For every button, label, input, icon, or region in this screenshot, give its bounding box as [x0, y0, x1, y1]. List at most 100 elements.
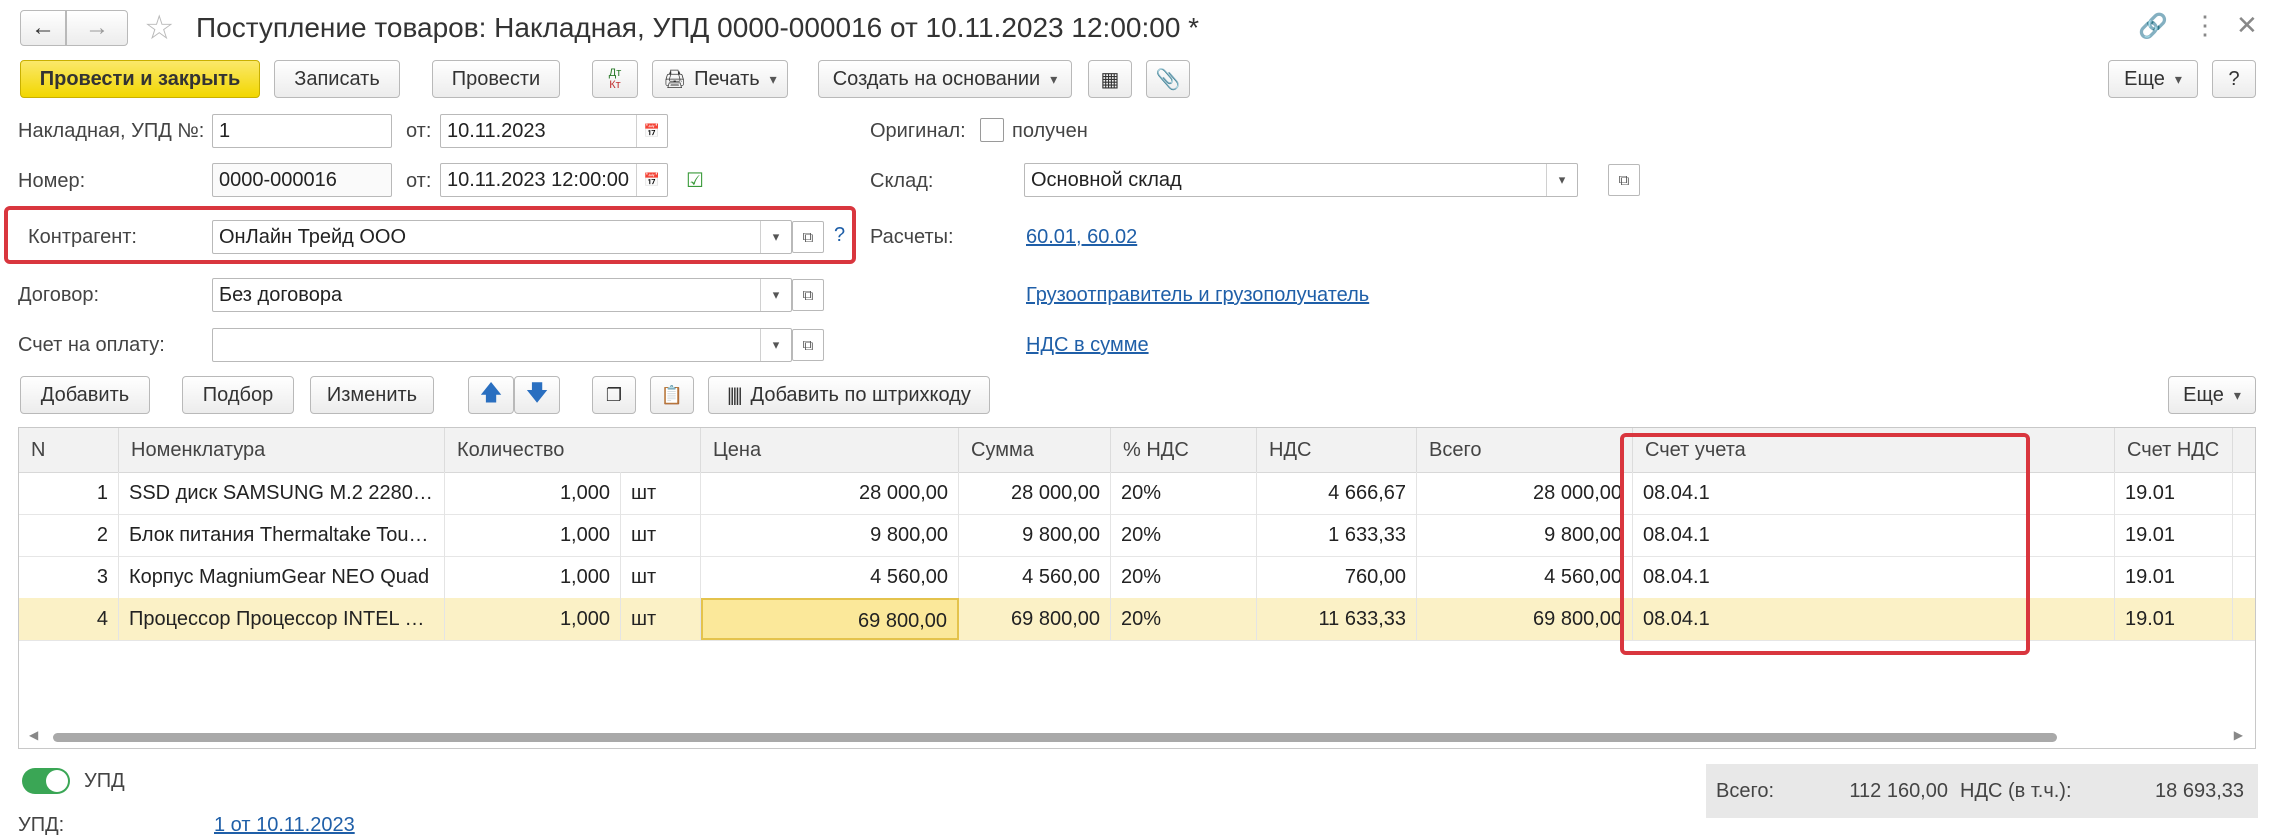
column-header[interactable]: Счет НДС	[2115, 428, 2233, 472]
shipper-link[interactable]: Грузоотправитель и грузополучатель	[1026, 284, 1369, 307]
cell-qty[interactable]: 1,000	[445, 598, 621, 640]
table-more-button[interactable]: Еще	[2168, 376, 2256, 414]
move-up-button[interactable]: 🡅	[468, 376, 514, 414]
dtkt-button[interactable]: Дт Кт	[592, 60, 638, 98]
cell-price[interactable]: 9 800,00	[701, 514, 959, 556]
open-warehouse-button[interactable]: ⧉	[1608, 164, 1640, 196]
warehouse-field[interactable]: Основной склад ▾	[1024, 163, 1578, 197]
attach-button[interactable]: 📎	[1146, 60, 1190, 98]
edit-button[interactable]: Изменить	[310, 376, 434, 414]
link-icon[interactable]: 🔗	[2138, 12, 2168, 41]
horizontal-scrollbar[interactable]: ◀ ▶	[29, 728, 2243, 744]
scroll-right-icon[interactable]: ▶	[2234, 728, 2243, 742]
column-header[interactable]: Количество	[445, 428, 701, 472]
chevron-down-icon[interactable]: ▾	[760, 329, 791, 361]
open-contract-button[interactable]: ⧉	[792, 279, 824, 311]
cell-total[interactable]: 4 560,00	[1417, 556, 1633, 598]
cell-sum[interactable]: 9 800,00	[959, 514, 1111, 556]
column-header[interactable]: Номенклатура	[119, 428, 445, 472]
chevron-down-icon[interactable]: ▾	[1546, 164, 1577, 196]
cell-name[interactable]: Процессор Процессор INTEL Core	[119, 598, 445, 640]
column-header[interactable]: N	[19, 428, 119, 472]
scrollbar-thumb[interactable]	[53, 733, 2057, 742]
column-header[interactable]: % НДС	[1111, 428, 1257, 472]
cell-vat[interactable]: 4 666,67	[1257, 472, 1417, 514]
cell-name[interactable]: SSD диск SAMSUNG M.2 2280 ...	[119, 472, 445, 514]
paste-button[interactable]: 📋	[650, 376, 694, 414]
print-button[interactable]: 🖨 Печать	[652, 60, 788, 98]
cell-vat-account[interactable]: 19.01	[2115, 472, 2233, 514]
column-header[interactable]: Цена	[701, 428, 959, 472]
cell-name[interactable]: Корпус MagniumGear NEO Quad	[119, 556, 445, 598]
vat-link[interactable]: НДС в сумме	[1026, 334, 1149, 357]
settlements-link[interactable]: 60.01, 60.02	[1026, 226, 1137, 249]
number-date-field[interactable]: 10.11.2023 12:00:00 📅	[440, 163, 668, 197]
cell-n[interactable]: 1	[19, 472, 119, 514]
column-header[interactable]: Всего	[1417, 428, 1633, 472]
original-checkbox[interactable]	[980, 118, 1004, 142]
cell-n[interactable]: 4	[19, 598, 119, 640]
column-header[interactable]: Сумма	[959, 428, 1111, 472]
invoice-date-field[interactable]: 10.11.2023 📅	[440, 114, 668, 148]
calendar-icon[interactable]: 📅	[636, 115, 667, 147]
column-header[interactable]: НДС	[1257, 428, 1417, 472]
add-by-barcode-button[interactable]: ||||| Добавить по штрихкоду	[708, 376, 990, 414]
verified-icon[interactable]: ☑	[686, 168, 704, 193]
cell-n[interactable]: 2	[19, 514, 119, 556]
cell-unit[interactable]: шт	[621, 514, 701, 556]
contract-field[interactable]: Без договора ▾	[212, 278, 792, 312]
cell-sum[interactable]: 4 560,00	[959, 556, 1111, 598]
cell-price[interactable]: 4 560,00	[701, 556, 959, 598]
cell-total[interactable]: 69 800,00	[1417, 598, 1633, 640]
cell-vat-account[interactable]: 19.01	[2115, 598, 2233, 640]
upd-link[interactable]: 1 от 10.11.2023	[214, 814, 355, 837]
open-payment-invoice-button[interactable]: ⧉	[792, 329, 824, 361]
cell-total[interactable]: 28 000,00	[1417, 472, 1633, 514]
cell-unit[interactable]: шт	[621, 472, 701, 514]
back-button[interactable]: ←	[20, 10, 66, 46]
cell-vat[interactable]: 11 633,33	[1257, 598, 1417, 640]
cell-price[interactable]: 69 800,00	[701, 598, 959, 640]
move-down-button[interactable]: 🡇	[514, 376, 560, 414]
help-button[interactable]: ?	[2212, 60, 2256, 98]
more-vertical-icon[interactable]: ⋮	[2192, 10, 2218, 41]
cell-unit[interactable]: шт	[621, 598, 701, 640]
cell-qty[interactable]: 1,000	[445, 472, 621, 514]
save-button[interactable]: Записать	[274, 60, 400, 98]
cell-n[interactable]: 3	[19, 556, 119, 598]
number-field[interactable]: 0000-000016	[212, 163, 392, 197]
create-based-button[interactable]: Создать на основании	[818, 60, 1072, 98]
cell-vat-rate[interactable]: 20%	[1111, 556, 1257, 598]
cell-unit[interactable]: шт	[621, 556, 701, 598]
cell-qty[interactable]: 1,000	[445, 556, 621, 598]
cell-name[interactable]: Блок питания Thermaltake Toughpower	[119, 514, 445, 556]
post-and-close-button[interactable]: Провести и закрыть	[20, 60, 260, 98]
post-button[interactable]: Провести	[432, 60, 560, 98]
star-icon[interactable]: ☆	[144, 8, 174, 48]
cell-vat[interactable]: 760,00	[1257, 556, 1417, 598]
cell-vat-account[interactable]: 19.01	[2115, 556, 2233, 598]
more-button[interactable]: Еще	[2108, 60, 2198, 98]
chevron-down-icon[interactable]: ▾	[760, 279, 791, 311]
pick-button[interactable]: Подбор	[182, 376, 294, 414]
cell-vat-rate[interactable]: 20%	[1111, 472, 1257, 514]
cell-vat-rate[interactable]: 20%	[1111, 514, 1257, 556]
cell-vat[interactable]: 1 633,33	[1257, 514, 1417, 556]
forward-button[interactable]: →	[66, 10, 128, 46]
close-icon[interactable]: ✕	[2236, 10, 2258, 41]
cell-qty[interactable]: 1,000	[445, 514, 621, 556]
cell-vat-account[interactable]: 19.01	[2115, 514, 2233, 556]
structure-button[interactable]: ▦	[1088, 60, 1132, 98]
copy-button[interactable]: ❐	[592, 376, 636, 414]
upd-toggle[interactable]	[22, 768, 70, 794]
invoice-number-field[interactable]: 1	[212, 114, 392, 148]
cell-total[interactable]: 9 800,00	[1417, 514, 1633, 556]
cell-vat-rate[interactable]: 20%	[1111, 598, 1257, 640]
cell-sum[interactable]: 28 000,00	[959, 472, 1111, 514]
add-button[interactable]: Добавить	[20, 376, 150, 414]
cell-sum[interactable]: 69 800,00	[959, 598, 1111, 640]
cell-price[interactable]: 28 000,00	[701, 472, 959, 514]
calendar-icon[interactable]: 📅	[636, 164, 667, 196]
scroll-left-icon[interactable]: ◀	[29, 728, 38, 742]
payment-invoice-field[interactable]: ▾	[212, 328, 792, 362]
